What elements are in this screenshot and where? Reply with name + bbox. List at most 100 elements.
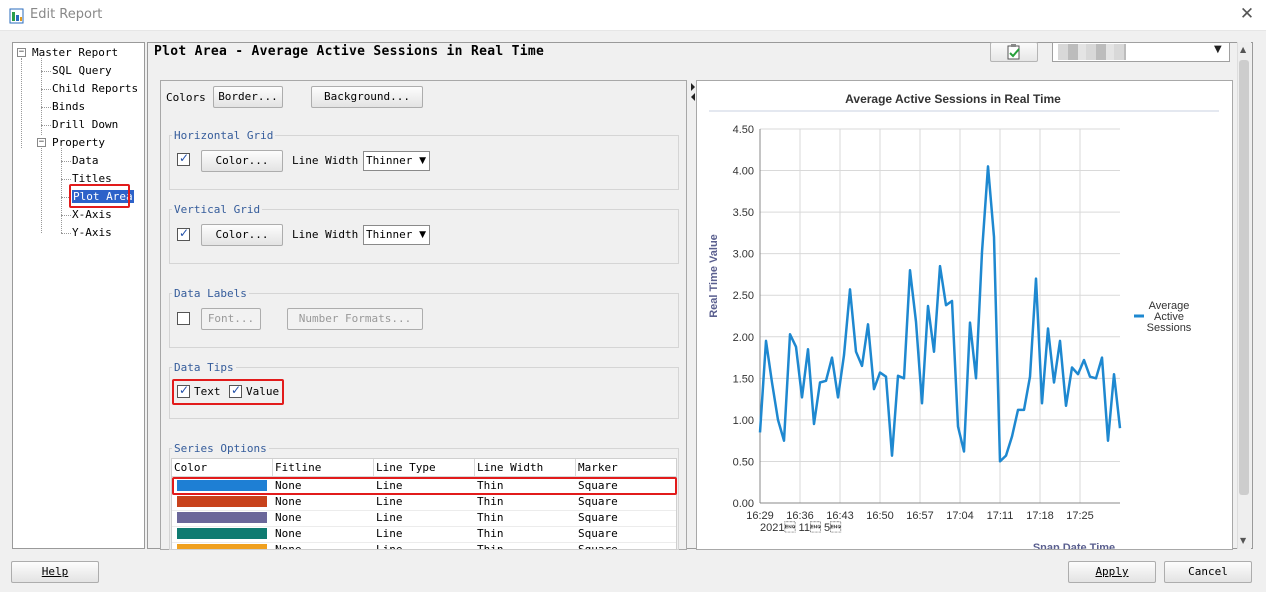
series-line-width-cell[interactable]: Thin — [475, 542, 575, 549]
series-color-swatch[interactable] — [177, 528, 267, 539]
tree-node-child-reports[interactable]: Child Reports — [52, 81, 138, 96]
line-chart[interactable]: Average Active Sessions in Real Time 0.00… — [699, 83, 1230, 554]
highlight-box — [172, 477, 677, 495]
series-options-label: Series Options — [172, 442, 269, 455]
vertical-grid-line-width-value: Thinner — [366, 228, 413, 241]
chevron-down-icon[interactable]: ▼ — [1214, 44, 1222, 55]
cancel-button[interactable]: Cancel — [1164, 561, 1252, 583]
series-line-width-cell[interactable]: Thin — [475, 510, 575, 526]
window-title-bar — [0, 0, 1266, 31]
series-line-type-cell[interactable]: Line — [374, 494, 474, 510]
x-tick-label: 17:11 — [987, 510, 1014, 522]
series-table[interactable]: Color Fitline Line Type Line Width Marke… — [171, 458, 677, 550]
scrollbar-thumb[interactable] — [1239, 60, 1249, 495]
collapse-icon[interactable]: − — [17, 48, 26, 57]
horizontal-grid-line-width-value: Thinner — [366, 154, 413, 167]
vertical-grid-line-width-select[interactable]: Thinner ▼ — [363, 225, 430, 245]
save-button[interactable] — [990, 42, 1038, 62]
date-label: 2021 11 5 — [760, 521, 841, 534]
tree-node-data[interactable]: Data — [72, 153, 99, 168]
horizontal-grid-checkbox[interactable] — [177, 151, 190, 166]
x-tick-label: 17:04 — [946, 510, 974, 522]
close-icon[interactable]: ✕ — [1238, 4, 1256, 24]
panel-title: Plot Area - Average Active Sessions in R… — [154, 44, 545, 59]
y-tick-label: 0.00 — [733, 498, 754, 510]
column-header-fitline[interactable]: Fitline — [273, 459, 374, 477]
y-tick-label: 2.00 — [733, 332, 754, 344]
x-tick-label: 16:57 — [906, 510, 934, 522]
font-button[interactable]: Font... — [201, 308, 261, 330]
series-fitline-cell[interactable]: None — [273, 542, 373, 549]
series-fitline-cell[interactable]: None — [273, 510, 373, 526]
vertical-grid-label: Vertical Grid — [172, 203, 263, 216]
series-line-width-cell[interactable]: Thin — [475, 526, 575, 542]
tree-node-property[interactable]: Property — [52, 135, 105, 150]
colors-label: Colors — [166, 91, 206, 104]
x-tick-label: 17:25 — [1066, 510, 1094, 522]
column-header-color[interactable]: Color — [172, 459, 273, 477]
series-marker-cell[interactable]: Square — [576, 494, 676, 510]
highlight-box — [172, 379, 284, 405]
horizontal-grid-line-width-select[interactable]: Thinner ▼ — [363, 151, 430, 171]
blurred-connection-value — [1058, 44, 1126, 60]
y-tick-label: 3.00 — [733, 249, 754, 261]
series-color-swatch[interactable] — [177, 512, 267, 523]
x-tick-label: 16:36 — [786, 510, 814, 522]
tree-node-sql-query[interactable]: SQL Query — [52, 63, 112, 78]
scroll-down-icon[interactable]: ▼ — [1240, 536, 1246, 545]
tree-node-master-report[interactable]: Master Report — [32, 45, 118, 60]
series-line — [758, 165, 1122, 463]
clipboard-check-icon — [1007, 44, 1020, 60]
x-tick-label: 17:18 — [1026, 510, 1054, 522]
x-tick-label: 16:43 — [826, 510, 854, 522]
series-fitline-cell[interactable]: None — [273, 526, 373, 542]
y-tick-label: 3.50 — [733, 207, 754, 219]
window-title: Edit Report — [30, 7, 103, 22]
number-formats-button[interactable]: Number Formats... — [287, 308, 423, 330]
legend-label: Sessions — [1147, 322, 1192, 334]
tree-node-drill-down[interactable]: Drill Down — [52, 117, 118, 132]
help-button[interactable]: Help — [11, 561, 99, 583]
chevron-down-icon: ▼ — [419, 230, 426, 240]
y-tick-label: 2.50 — [733, 290, 754, 302]
x-tick-label: 16:29 — [746, 510, 774, 522]
series-marker-cell[interactable]: Square — [576, 526, 676, 542]
data-tips-label: Data Tips — [172, 361, 236, 374]
series-line-type-cell[interactable]: Line — [374, 526, 474, 542]
series-line-width-cell[interactable]: Thin — [475, 494, 575, 510]
splitter[interactable] — [688, 80, 696, 550]
column-header-marker[interactable]: Marker — [576, 459, 676, 477]
column-header-line-width[interactable]: Line Width — [475, 459, 576, 477]
horizontal-grid-line-width-label: Line Width — [292, 154, 359, 167]
apply-button[interactable]: Apply — [1068, 561, 1156, 583]
apply-button-label: Apply — [1095, 565, 1129, 578]
tree-node-x-axis[interactable]: X-Axis — [72, 207, 112, 222]
series-line-type-cell[interactable]: Line — [374, 510, 474, 526]
chart-title: Average Active Sessions in Real Time — [845, 92, 1061, 106]
y-tick-label: 0.50 — [733, 456, 754, 468]
help-button-label: Help — [41, 565, 69, 578]
series-fitline-cell[interactable]: None — [273, 494, 373, 510]
y-axis-title: Real Time Value — [708, 234, 720, 318]
series-marker-cell[interactable]: Square — [576, 542, 676, 549]
highlight-box — [69, 184, 130, 208]
horizontal-grid-label: Horizontal Grid — [172, 129, 276, 142]
series-color-swatch[interactable] — [177, 544, 267, 549]
horizontal-grid-color-button[interactable]: Color... — [201, 150, 283, 172]
vertical-grid-line-width-label: Line Width — [292, 228, 359, 241]
tree-node-binds[interactable]: Binds — [52, 99, 85, 114]
y-tick-label: 4.50 — [733, 124, 754, 136]
vertical-grid-color-button[interactable]: Color... — [201, 224, 283, 246]
column-header-line-type[interactable]: Line Type — [374, 459, 475, 477]
series-line-type-cell[interactable]: Line — [374, 542, 474, 549]
chart-area: Average Active Sessions in Real Time 0.00… — [699, 83, 1230, 554]
collapse-icon[interactable]: − — [37, 138, 46, 147]
data-labels-checkbox[interactable] — [177, 312, 190, 325]
series-marker-cell[interactable]: Square — [576, 510, 676, 526]
tree-node-y-axis[interactable]: Y-Axis — [72, 225, 112, 240]
vertical-grid-checkbox[interactable] — [177, 226, 190, 241]
scroll-up-icon[interactable]: ▲ — [1240, 45, 1246, 54]
series-color-swatch[interactable] — [177, 496, 267, 507]
border-button[interactable]: Border... — [213, 86, 283, 108]
background-button[interactable]: Background... — [311, 86, 423, 108]
